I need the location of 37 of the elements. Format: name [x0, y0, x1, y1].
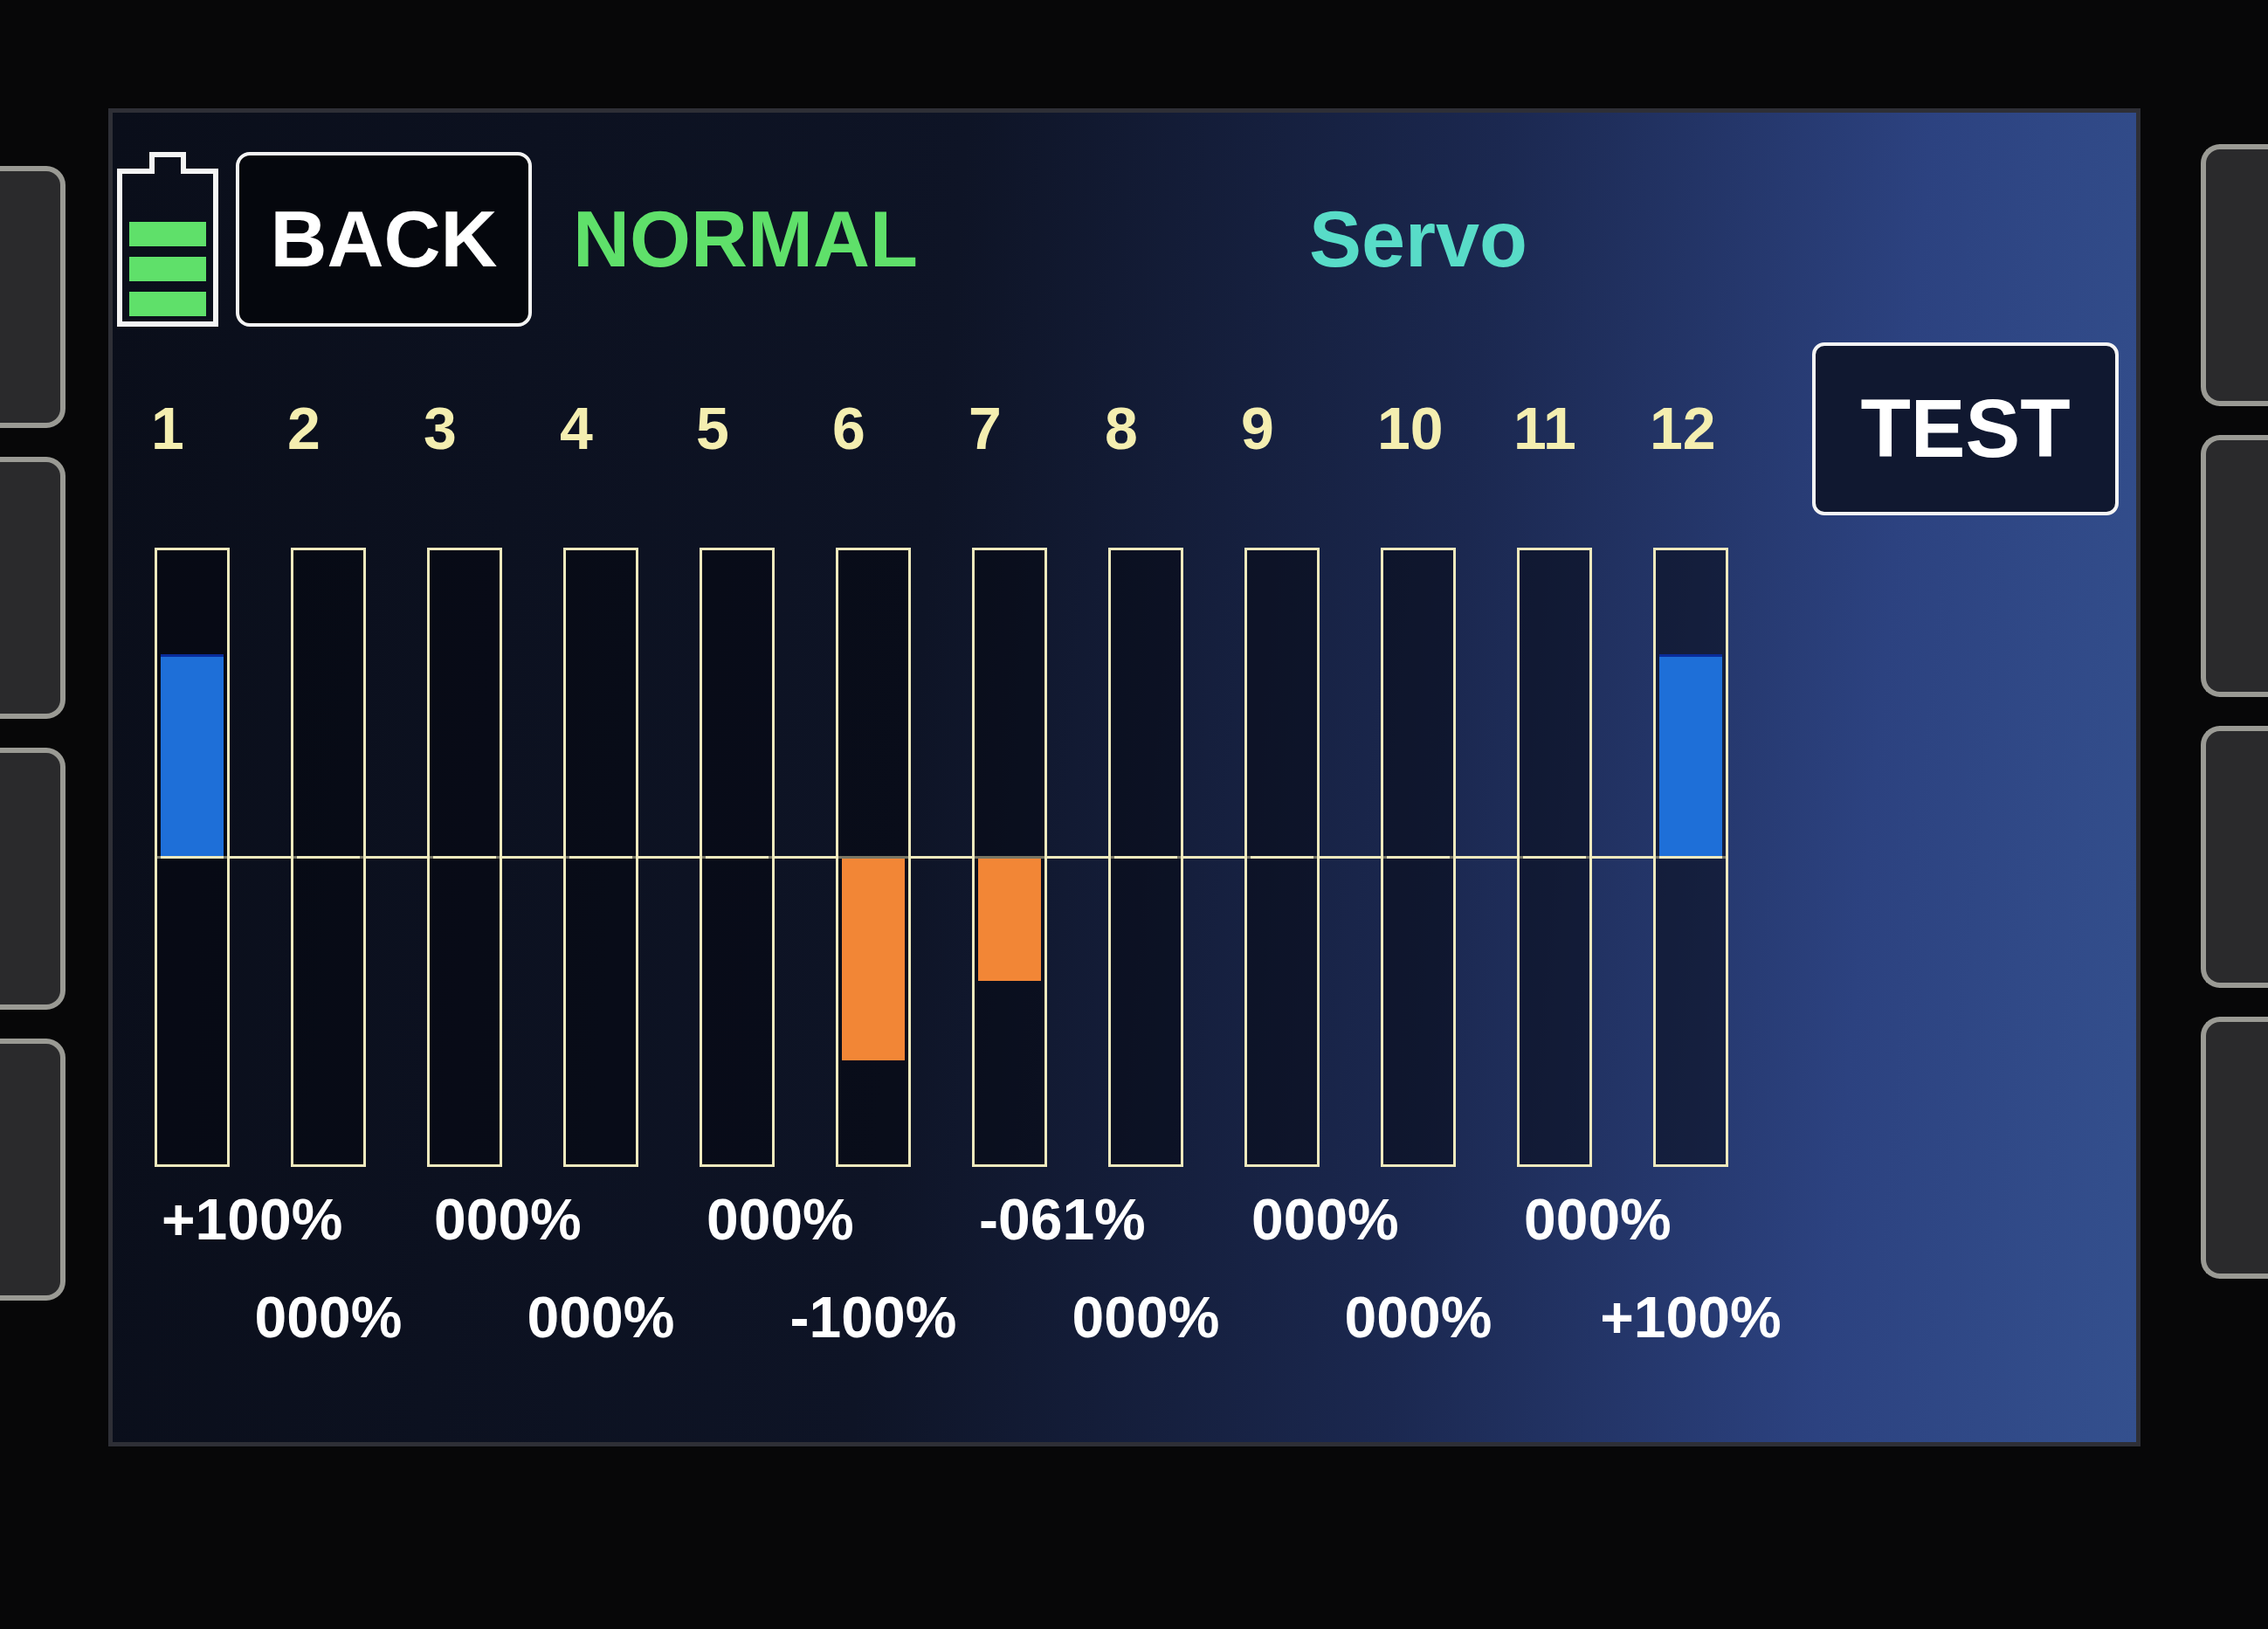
channel-reading: 000% — [1251, 1191, 1399, 1248]
channel-number: 4 — [560, 398, 593, 458]
channel-number: 12 — [1650, 398, 1716, 458]
channel-number: 9 — [1241, 398, 1274, 458]
side-key[interactable] — [2201, 1017, 2268, 1279]
channel-number: 10 — [1377, 398, 1444, 458]
test-button[interactable]: TEST — [1812, 342, 2119, 515]
channel-number: 11 — [1513, 398, 1576, 458]
channel-number: 6 — [832, 398, 865, 458]
battery-icon — [115, 152, 220, 327]
channel-reading: 000% — [527, 1288, 675, 1346]
side-key[interactable] — [2201, 726, 2268, 988]
back-button[interactable]: BACK — [236, 152, 532, 327]
channel-reading: 000% — [434, 1191, 582, 1248]
channel-number: 2 — [287, 398, 321, 458]
side-key[interactable] — [0, 166, 65, 428]
screen-title: Servo — [1308, 200, 1528, 279]
channel-number: 5 — [696, 398, 729, 458]
channel-reading: 000% — [707, 1191, 854, 1248]
channel-reading: +100% — [1600, 1288, 1782, 1346]
channel-number: 7 — [969, 398, 1002, 458]
channel-number: 1 — [151, 398, 184, 458]
channel-number: 8 — [1105, 398, 1138, 458]
channel-reading: 000% — [1072, 1288, 1220, 1346]
side-key[interactable] — [0, 1039, 65, 1301]
channel-reading: -100% — [789, 1288, 957, 1346]
side-key[interactable] — [2201, 435, 2268, 697]
side-key[interactable] — [0, 457, 65, 719]
mode-label: NORMAL — [573, 200, 918, 279]
side-key[interactable] — [2201, 144, 2268, 406]
channel-reading: +100% — [162, 1191, 343, 1248]
channel-reading: 000% — [1524, 1191, 1672, 1248]
channel-reading: 000% — [254, 1288, 403, 1346]
channel-reading: -061% — [979, 1191, 1146, 1248]
channel-reading: 000% — [1344, 1288, 1492, 1346]
side-key[interactable] — [0, 748, 65, 1010]
channel-number: 3 — [424, 398, 457, 458]
